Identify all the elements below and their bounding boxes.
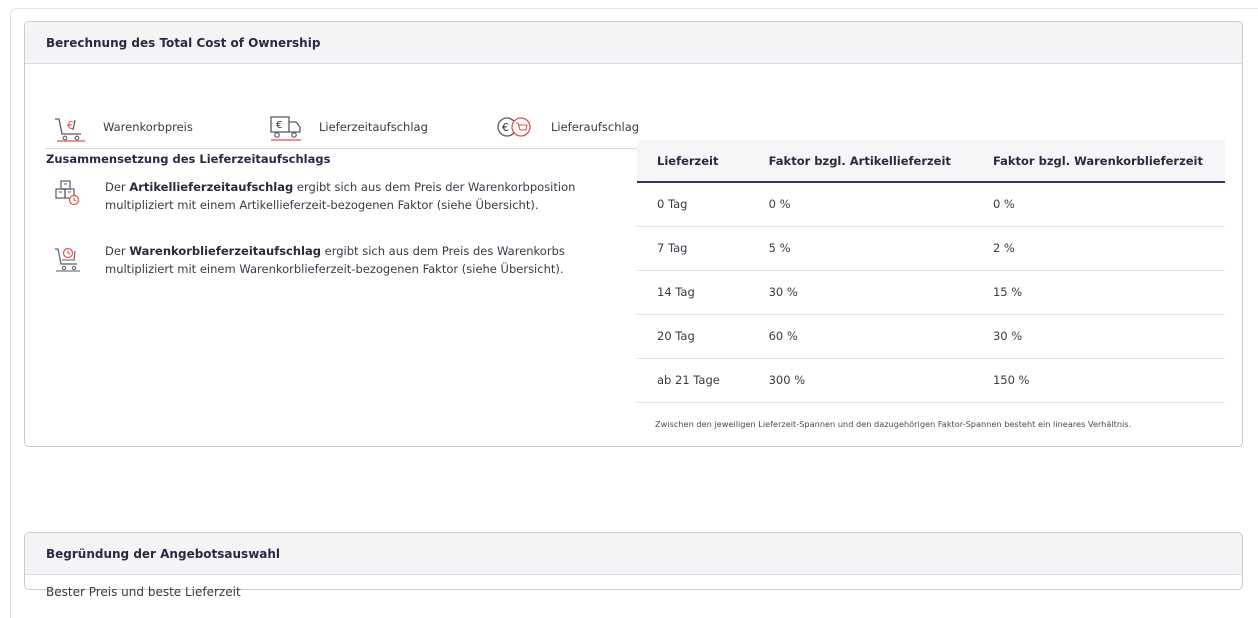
tco-panel: Berechnung des Total Cost of Ownership €… <box>24 21 1243 447</box>
cell-lieferzeit: 20 Tag <box>637 314 749 359</box>
tco-panel-title: Berechnung des Total Cost of Ownership <box>25 22 1242 64</box>
column-header-warenkorb: Faktor bzgl. Warenkorblieferzeit <box>972 140 1225 183</box>
table-row: 0 Tag 0 % 0 % <box>637 182 1225 227</box>
explanation-term: Artikellieferzeitaufschlag <box>129 180 294 194</box>
cell-lieferzeit: ab 21 Tage <box>637 358 749 403</box>
legend-label: Warenkorbpreis <box>103 120 193 134</box>
svg-text:€: € <box>276 120 282 131</box>
cell-artikel-faktor: 30 % <box>748 270 973 315</box>
table-header-row: Lieferzeit Faktor bzgl. Artikellieferzei… <box>637 140 1225 183</box>
cell-lieferzeit: 7 Tag <box>637 226 749 271</box>
cell-artikel-faktor: 0 % <box>748 182 973 227</box>
cell-artikel-faktor: 5 % <box>748 226 973 271</box>
cell-warenkorb-faktor: 150 % <box>972 358 1225 403</box>
reason-text: Bester Preis und beste Lieferzeit <box>46 585 241 599</box>
table-row: 20 Tag 60 % 30 % <box>637 314 1225 359</box>
legend-label: Lieferzeitaufschlag <box>319 120 428 134</box>
explanation-artikel: Der Artikellieferzeitaufschlag ergibt si… <box>53 178 613 214</box>
tco-legend: € Warenkorbpreis € Lieferzeitaufschlag €… <box>25 64 1243 150</box>
table-row: ab 21 Tage 300 % 150 % <box>637 358 1225 403</box>
column-header-lieferzeit: Lieferzeit <box>637 140 749 183</box>
legend-item-lieferzeitaufschlag: € Lieferzeitaufschlag <box>269 112 428 142</box>
reason-panel: Begründung der Angebotsauswahl Bester Pr… <box>24 532 1243 599</box>
svg-text:€: € <box>502 121 509 134</box>
legend-label: Lieferaufschlag <box>551 120 640 134</box>
explanation-text: Der Artikellieferzeitaufschlag ergibt si… <box>105 178 613 214</box>
svg-text:€: € <box>67 119 74 132</box>
table-footnote: Zwischen den jeweiligen Lieferzeit-Spann… <box>655 419 1132 429</box>
legend-item-lieferaufschlag: € Lieferaufschlag <box>491 112 639 142</box>
cart-clock-icon <box>55 247 80 272</box>
section-subtitle: Zusammensetzung des Lieferzeitaufschlags <box>46 152 331 166</box>
divider <box>45 148 637 149</box>
reason-panel-title: Begründung der Angebotsauswahl <box>25 533 1242 575</box>
cell-artikel-faktor: 60 % <box>748 314 973 359</box>
factor-table: Lieferzeit Faktor bzgl. Artikellieferzei… <box>637 140 1225 403</box>
cell-lieferzeit: 0 Tag <box>637 182 749 227</box>
cell-warenkorb-faktor: 0 % <box>972 182 1225 227</box>
explanation-pre: Der <box>105 244 130 258</box>
explanation-warenkorb: Der Warenkorblieferzeitaufschlag ergibt … <box>53 242 613 278</box>
cell-warenkorb-faktor: 2 % <box>972 226 1225 271</box>
table-row: 14 Tag 30 % 15 % <box>637 270 1225 315</box>
column-header-artikel: Faktor bzgl. Artikellieferzeit <box>748 140 973 183</box>
truck-euro-icon: € <box>270 116 301 141</box>
cart-euro-icon: € <box>55 118 85 142</box>
legend-item-warenkorbpreis: € Warenkorbpreis <box>53 112 193 142</box>
euro-cart-circle-icon: € <box>497 117 531 137</box>
explanation-term: Warenkorblieferzeitaufschlag <box>129 244 321 258</box>
explanation-pre: Der <box>105 180 130 194</box>
cell-warenkorb-faktor: 15 % <box>972 270 1225 315</box>
cell-artikel-faktor: 300 % <box>748 358 973 403</box>
boxes-clock-icon <box>55 180 80 206</box>
cell-lieferzeit: 14 Tag <box>637 270 749 315</box>
cell-warenkorb-faktor: 30 % <box>972 314 1225 359</box>
explanation-text: Der Warenkorblieferzeitaufschlag ergibt … <box>105 242 613 278</box>
table-row: 7 Tag 5 % 2 % <box>637 226 1225 271</box>
